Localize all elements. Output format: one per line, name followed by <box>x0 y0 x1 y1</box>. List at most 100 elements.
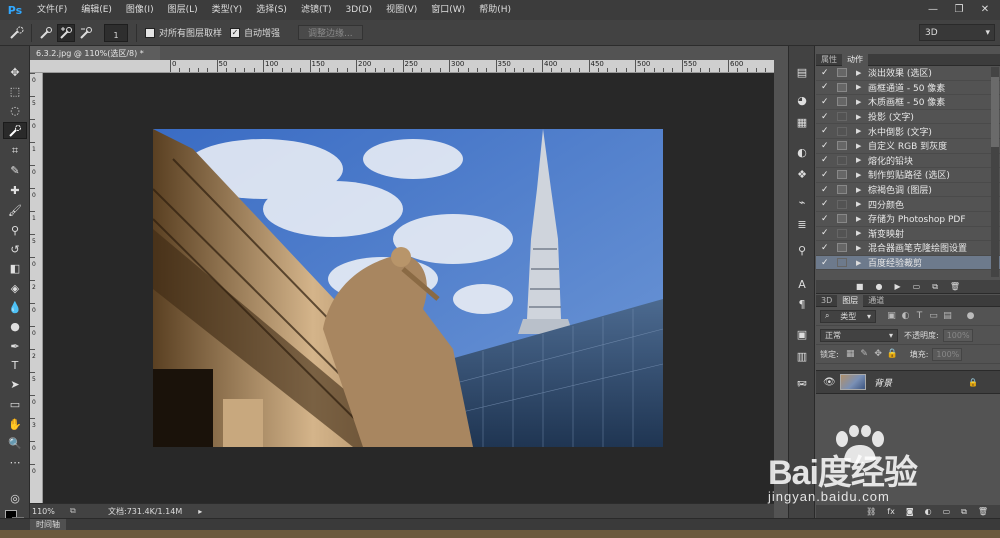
expand-arrow-icon[interactable]: ▶ <box>856 215 866 223</box>
brush-size-picker[interactable]: 1 <box>104 23 128 42</box>
menu-help[interactable]: 帮助(H) <box>472 0 518 20</box>
expand-arrow-icon[interactable]: ▶ <box>856 259 866 267</box>
toggle-check-icon[interactable]: ✓ <box>821 258 831 268</box>
action-row[interactable]: ✓ ▶ 淡出效果 (选区) <box>816 66 1000 81</box>
dodge-tool[interactable]: ● <box>3 318 27 335</box>
quick-mask-icon[interactable]: ◎ <box>3 490 27 507</box>
dialog-toggle-icon[interactable] <box>837 243 847 253</box>
document-tab[interactable]: 6.3.2.jpg @ 110%(选区/8) * <box>30 46 160 60</box>
new-layer-icon[interactable]: ⧉ <box>961 507 967 517</box>
dialog-toggle-icon[interactable] <box>837 155 847 165</box>
restore-button[interactable]: ❐ <box>946 0 972 18</box>
action-row[interactable]: ✓ ▶ 百度经验裁剪 <box>816 255 1000 271</box>
checkbox-box[interactable] <box>145 27 155 38</box>
more-tools-icon[interactable]: ⋯ <box>3 454 27 471</box>
menu-type[interactable]: 类型(Y) <box>205 0 250 20</box>
dialog-toggle-icon[interactable] <box>837 141 847 151</box>
sample-all-layers-checkbox[interactable]: 对所有图层取样 <box>145 26 230 39</box>
vertical-ruler[interactable]: 0 5 0 1 0 0 1 5 0 2 0 0 2 5 0 3 0 0 <box>30 73 43 503</box>
filter-adjustment-icon[interactable]: ◐ <box>900 311 911 322</box>
opacity-input[interactable]: 100% <box>942 328 973 342</box>
actions-scroll-thumb[interactable] <box>991 77 999 147</box>
clone-source-icon[interactable]: ⚲ <box>793 242 811 258</box>
workspace-switcher[interactable]: 3D ▾ <box>919 24 995 41</box>
healing-brush-tool[interactable]: ✚ <box>3 182 27 199</box>
toggle-check-icon[interactable]: ✓ <box>821 82 831 92</box>
filter-shape-icon[interactable]: ▭ <box>928 311 939 322</box>
action-row[interactable]: ✓ ▶ 投影 (文字) <box>816 110 1000 125</box>
action-row[interactable]: ✓ ▶ 存储为 Photoshop PDF <box>816 212 1000 227</box>
expand-arrow-icon[interactable]: ▶ <box>856 142 866 150</box>
expand-arrow-icon[interactable]: ▶ <box>856 200 866 208</box>
menu-layer[interactable]: 图层(L) <box>161 0 205 20</box>
action-row[interactable]: ✓ ▶ 自定义 RGB 到灰度 <box>816 139 1000 154</box>
toggle-check-icon[interactable]: ✓ <box>821 155 831 165</box>
toggle-check-icon[interactable]: ✓ <box>821 228 831 238</box>
eraser-tool[interactable]: ◧ <box>3 260 27 277</box>
brush-panel-icon[interactable]: ⌁ <box>793 194 811 210</box>
refine-edge-button[interactable]: 调整边缘... <box>298 25 363 40</box>
toggle-check-icon[interactable]: ✓ <box>821 97 831 107</box>
add-to-selection-button[interactable] <box>57 23 75 42</box>
new-group-icon[interactable]: ▭ <box>943 507 951 516</box>
document-image[interactable] <box>153 129 663 447</box>
expand-arrow-icon[interactable]: ▶ <box>856 156 866 164</box>
toggle-check-icon[interactable]: ✓ <box>821 68 831 78</box>
delete-layer-icon[interactable]: 🗑 <box>978 507 988 516</box>
toggle-check-icon[interactable]: ✓ <box>821 170 831 180</box>
color-icon[interactable]: ◕ <box>793 92 811 108</box>
tab-layers[interactable]: 图层 <box>837 294 864 307</box>
hand-tool[interactable]: ✋ <box>3 416 27 433</box>
brush-presets-icon[interactable]: ≣ <box>793 216 811 232</box>
dialog-toggle-icon[interactable] <box>837 214 847 224</box>
dialog-toggle-icon[interactable] <box>837 199 847 209</box>
toggle-check-icon[interactable]: ✓ <box>821 141 831 151</box>
menu-edit[interactable]: 编辑(E) <box>74 0 119 20</box>
styles-icon[interactable]: ❖ <box>793 166 811 182</box>
lock-transparency-icon[interactable]: ▦ <box>845 349 856 360</box>
dialog-toggle-icon[interactable] <box>837 68 847 78</box>
zoom-level[interactable]: 110% <box>32 507 70 516</box>
path-selection-tool[interactable]: ➤ <box>3 376 27 393</box>
menu-select[interactable]: 选择(S) <box>249 0 294 20</box>
play-icon[interactable]: ▶ <box>894 282 900 291</box>
dialog-toggle-icon[interactable] <box>837 258 847 268</box>
checkbox-checked[interactable]: ✓ <box>230 27 241 38</box>
dialog-toggle-icon[interactable] <box>837 228 847 238</box>
expand-arrow-icon[interactable]: ▶ <box>856 171 866 179</box>
history-brush-tool[interactable]: ↺ <box>3 241 27 258</box>
subtract-selection-button[interactable] <box>77 24 95 42</box>
actions-scrollbar[interactable] <box>991 67 999 277</box>
action-row[interactable]: ✓ ▶ 棕褐色调 (图层) <box>816 183 1000 198</box>
dialog-toggle-icon[interactable] <box>837 185 847 195</box>
layer-style-icon[interactable]: fx <box>887 507 895 516</box>
lasso-tool[interactable]: ◌ <box>3 102 27 119</box>
paragraph-icon[interactable]: ¶ <box>793 296 811 312</box>
filter-pixel-icon[interactable]: ▣ <box>886 311 897 322</box>
status-menu-arrow-icon[interactable]: ▸ <box>198 507 202 516</box>
expand-arrow-icon[interactable]: ▶ <box>856 83 866 91</box>
history-icon[interactable]: ▤ <box>793 64 811 80</box>
eyedropper-tool[interactable]: ✎ <box>3 162 27 179</box>
crossed-tools-icon[interactable]: ✂ <box>793 376 811 392</box>
toggle-check-icon[interactable]: ✓ <box>821 214 831 224</box>
menu-image[interactable]: 图像(I) <box>119 0 161 20</box>
blend-mode-select[interactable]: 正常 ▾ <box>820 328 898 342</box>
tab-3d[interactable]: 3D <box>816 295 837 307</box>
tab-channels[interactable]: 通道 <box>863 295 889 307</box>
filter-toggle-icon[interactable]: ● <box>965 311 976 322</box>
toggle-check-icon[interactable]: ✓ <box>821 126 831 136</box>
navigator-icon[interactable]: ▣ <box>793 326 811 342</box>
action-row[interactable]: ✓ ▶ 木质画框 - 50 像素 <box>816 95 1000 110</box>
character-icon[interactable]: A <box>793 276 811 292</box>
menu-window[interactable]: 窗口(W) <box>424 0 472 20</box>
tab-properties[interactable]: 属性 <box>816 54 842 66</box>
expand-arrow-icon[interactable]: ▶ <box>856 229 866 237</box>
lock-all-icon[interactable]: 🔒 <box>887 349 898 360</box>
lock-position-icon[interactable]: ✥ <box>873 349 884 360</box>
paint-bucket-tool[interactable]: ◈ <box>3 280 27 297</box>
lock-pixels-icon[interactable]: ✎ <box>859 349 870 360</box>
action-row[interactable]: ✓ ▶ 熔化的铅块 <box>816 154 1000 169</box>
new-adjustment-icon[interactable]: ◐ <box>925 507 932 516</box>
expand-arrow-icon[interactable]: ▶ <box>856 127 866 135</box>
